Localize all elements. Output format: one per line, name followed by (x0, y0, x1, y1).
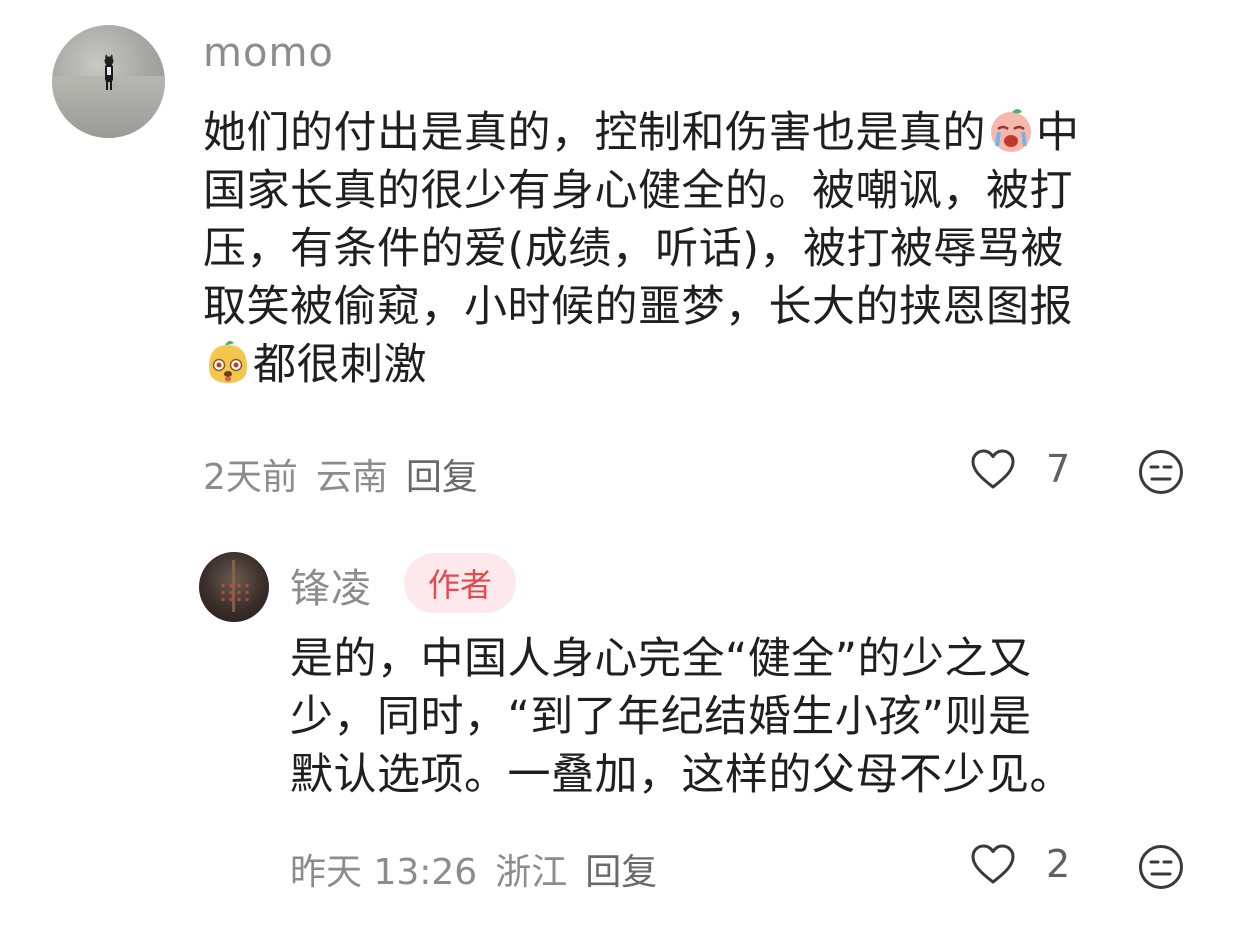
like-count: 2 (1046, 842, 1071, 886)
shocked-dog-emoji (209, 340, 247, 383)
meh-face-icon[interactable] (1137, 843, 1185, 891)
comment-text: 她们的付出是真的，控制和伤害也是真的 中 国家长真的很少有身心健全的。被嘲讽，被… (203, 104, 1203, 394)
reply-button[interactable]: 回复 (585, 843, 657, 895)
comment-line: 取笑被偷窥，小时候的噩梦，长大的挟恩图报 (203, 282, 1073, 332)
like-button[interactable]: 2 (970, 842, 1070, 886)
avatar[interactable] (199, 552, 269, 622)
comment-line: 都很刺激 (203, 336, 1203, 394)
comment-line: 压，有条件的爱(成绩，听话)，被打被辱骂被 (203, 224, 1065, 274)
heart-outline-icon (971, 449, 1015, 489)
username[interactable]: 锋凌 (290, 556, 372, 614)
location: 云南 (315, 457, 388, 498)
comment-line: 国家长真的很少有身心健全的。被嘲讽，被打 (203, 166, 1073, 216)
avatar[interactable] (52, 25, 165, 138)
crying-face-emoji (991, 109, 1031, 152)
location: 浙江 (495, 852, 568, 893)
author-badge: 作者 (404, 553, 516, 613)
like-count: 7 (1046, 447, 1071, 491)
comment-text: 是的，中国人身心完全“健全”的少之又 少，同时，“到了年纪结婚生小孩”则是 默认… (290, 630, 1220, 804)
comment-line-text: 她们的付出是真的，控制和伤害也是真的 (203, 108, 986, 158)
meh-face-icon[interactable] (1137, 448, 1185, 496)
username[interactable]: momo (203, 30, 334, 76)
comment-meta: 2天前 云南 回复 (203, 448, 478, 500)
avatar-detail (219, 582, 249, 602)
comment-line: 默认选项。一叠加，这样的父母不少见。 (290, 750, 1073, 800)
comment-meta: 昨天 13:26 浙江 回复 (290, 843, 657, 895)
comment-line: 少，同时，“到了年纪结婚生小孩”则是 (290, 692, 1032, 742)
timestamp: 2天前 (203, 457, 298, 498)
comment-line-text: 都很刺激 (253, 340, 427, 390)
heart-outline-icon (971, 844, 1015, 884)
comment-line: 她们的付出是真的，控制和伤害也是真的 中 (203, 104, 1203, 162)
comment-line: 是的，中国人身心完全“健全”的少之又 (290, 634, 1032, 684)
reply-button[interactable]: 回复 (406, 448, 478, 500)
cat-figure-icon (104, 54, 114, 90)
comment-line-text: 中 (1036, 108, 1080, 158)
like-button[interactable]: 7 (970, 447, 1070, 491)
timestamp: 昨天 13:26 (290, 852, 478, 893)
